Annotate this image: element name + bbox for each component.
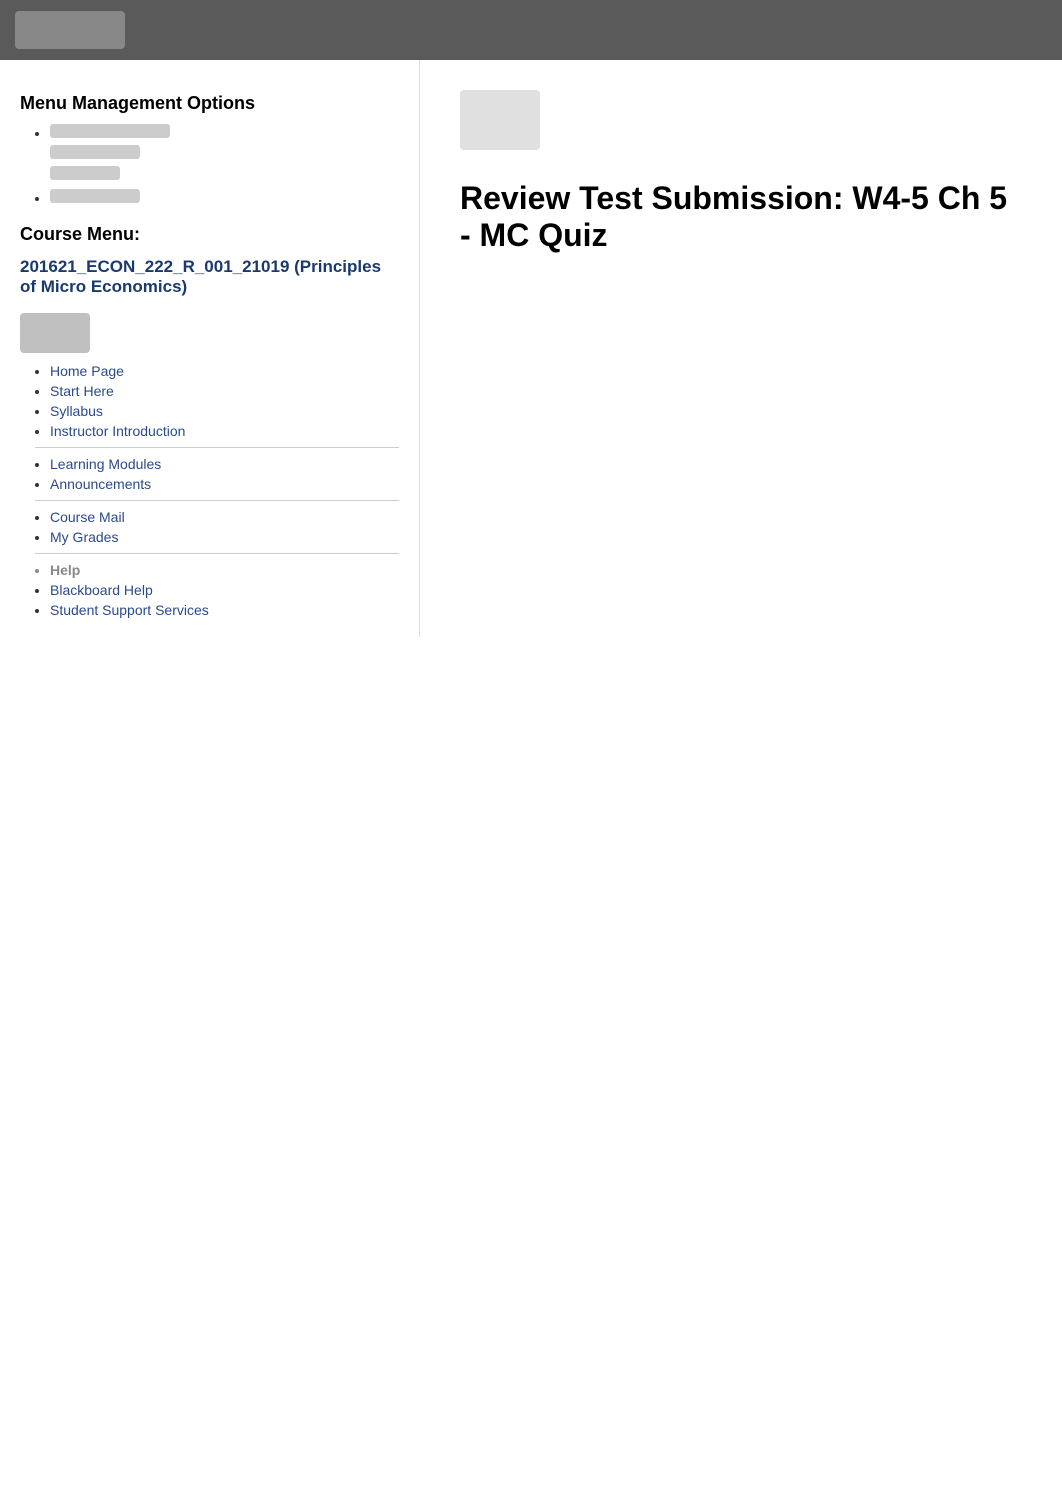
nav-list-group3: Course Mail My Grades <box>20 509 399 554</box>
nav-item-syllabus[interactable]: Syllabus <box>50 403 399 419</box>
nav-icon-placeholder <box>20 313 90 353</box>
menu-item-placeholder-4 <box>50 189 140 203</box>
nav-link-announcements[interactable]: Announcements <box>50 476 151 492</box>
nav-item-announcements[interactable]: Announcements <box>50 476 399 492</box>
menu-management-item-1[interactable] <box>50 124 399 183</box>
nav-list-group1: Home Page Start Here Syllabus Instructor… <box>20 363 399 448</box>
review-icon-placeholder <box>460 90 540 150</box>
nav-divider-1 <box>35 447 399 448</box>
menu-management-list <box>20 124 399 206</box>
nav-link-my-grades[interactable]: My Grades <box>50 529 118 545</box>
nav-item-my-grades[interactable]: My Grades <box>50 529 399 545</box>
review-test-title: Review Test Submission: W4-5 Ch 5 - MC Q… <box>460 180 1022 254</box>
menu-item-placeholder-1 <box>50 124 170 138</box>
menu-item-placeholder-2 <box>50 145 140 159</box>
nav-link-learning-modules[interactable]: Learning Modules <box>50 456 161 472</box>
main-content: Review Test Submission: W4-5 Ch 5 - MC Q… <box>420 60 1062 637</box>
nav-link-instructor-intro[interactable]: Instructor Introduction <box>50 423 185 439</box>
nav-link-course-mail[interactable]: Course Mail <box>50 509 125 525</box>
nav-list-group2: Learning Modules Announcements <box>20 456 399 501</box>
course-title-link[interactable]: 201621_ECON_222_R_001_21019 (Principles … <box>20 257 399 297</box>
nav-item-instructor-intro[interactable]: Instructor Introduction <box>50 423 399 439</box>
sidebar: Menu Management Options Course Menu: 201… <box>0 60 420 637</box>
nav-item-home[interactable]: Home Page <box>50 363 399 379</box>
nav-link-student-support[interactable]: Student Support Services <box>50 602 209 618</box>
nav-divider-2 <box>35 500 399 501</box>
nav-link-start[interactable]: Start Here <box>50 383 114 399</box>
nav-help-header: Help <box>50 562 399 578</box>
nav-group-3: Course Mail My Grades <box>20 509 399 554</box>
nav-item-student-support[interactable]: Student Support Services <box>50 602 399 618</box>
menu-management-item-2[interactable] <box>50 189 399 206</box>
course-menu-title: Course Menu: <box>20 224 399 245</box>
nav-link-syllabus[interactable]: Syllabus <box>50 403 103 419</box>
nav-group-1: Home Page Start Here Syllabus Instructor… <box>20 363 399 448</box>
nav-link-blackboard-help[interactable]: Blackboard Help <box>50 582 153 598</box>
menu-management-title: Menu Management Options <box>20 93 399 114</box>
nav-group-help: Help Blackboard Help Student Support Ser… <box>20 562 399 618</box>
nav-divider-3 <box>35 553 399 554</box>
nav-link-home[interactable]: Home Page <box>50 363 124 379</box>
nav-item-course-mail[interactable]: Course Mail <box>50 509 399 525</box>
nav-item-blackboard-help[interactable]: Blackboard Help <box>50 582 399 598</box>
menu-item-placeholder-3 <box>50 166 120 180</box>
help-label: Help <box>50 562 80 578</box>
top-bar-logo <box>15 11 125 49</box>
nav-group-2: Learning Modules Announcements <box>20 456 399 501</box>
nav-item-learning-modules[interactable]: Learning Modules <box>50 456 399 472</box>
top-bar <box>0 0 1062 60</box>
nav-item-start[interactable]: Start Here <box>50 383 399 399</box>
nav-list-help: Help Blackboard Help Student Support Ser… <box>20 562 399 618</box>
